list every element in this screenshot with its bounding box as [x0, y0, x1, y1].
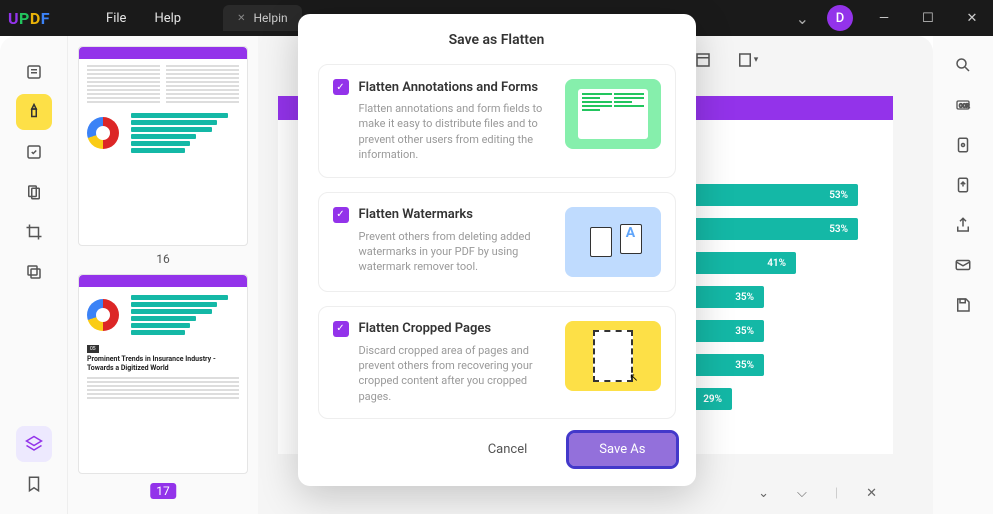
option-illustration [565, 79, 661, 149]
option-title: Flatten Annotations and Forms [359, 80, 539, 95]
save-as-button[interactable]: Save As [569, 433, 675, 466]
checkbox-checked-icon[interactable]: ✓ [333, 321, 349, 337]
option-illustration: ↖ [565, 321, 661, 391]
cancel-button[interactable]: Cancel [458, 433, 558, 466]
flatten-option-annotations[interactable]: ✓ Flatten Annotations and Forms Flatten … [318, 64, 676, 178]
option-description: Prevent others from deleting added water… [333, 229, 553, 275]
option-title: Flatten Watermarks [359, 207, 473, 222]
checkbox-checked-icon[interactable]: ✓ [333, 79, 349, 95]
flatten-option-watermarks[interactable]: ✓ Flatten Watermarks Prevent others from… [318, 192, 676, 292]
save-as-flatten-dialog: Save as Flatten ✓ Flatten Annotations an… [298, 14, 696, 486]
option-illustration: A [565, 207, 661, 277]
checkbox-checked-icon[interactable]: ✓ [333, 207, 349, 223]
dialog-title: Save as Flatten [318, 32, 676, 48]
flatten-option-cropped[interactable]: ✓ Flatten Cropped Pages Discard cropped … [318, 306, 676, 420]
modal-overlay: Save as Flatten ✓ Flatten Annotations an… [0, 0, 993, 514]
option-description: Flatten annotations and form fields to m… [333, 101, 553, 163]
option-title: Flatten Cropped Pages [359, 321, 492, 336]
option-description: Discard cropped area of pages and preven… [333, 343, 553, 405]
